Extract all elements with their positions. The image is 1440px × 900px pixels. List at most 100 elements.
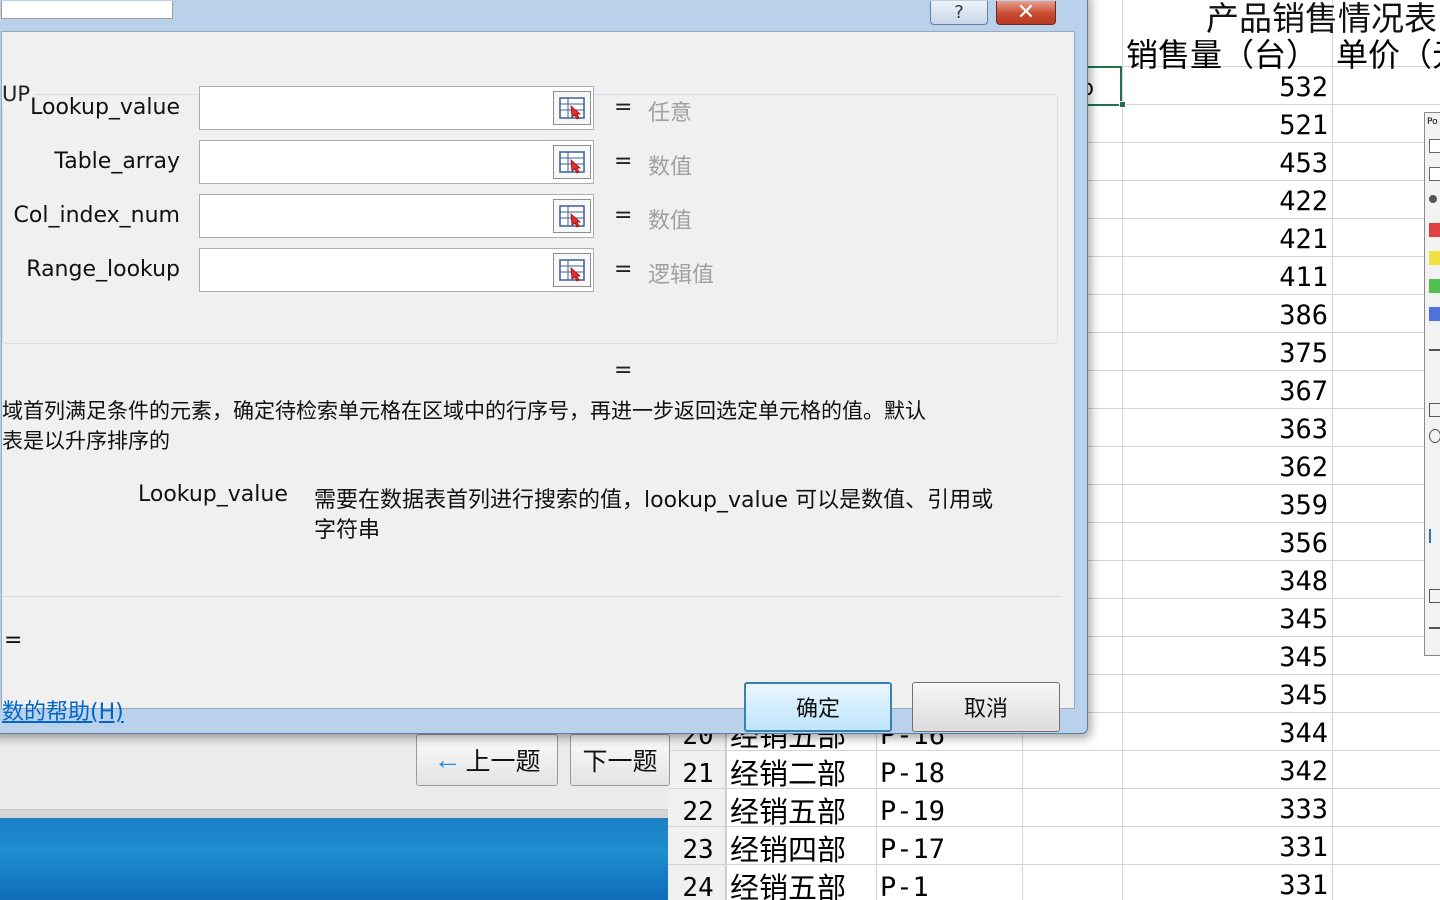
fill-handle[interactable] — [1119, 101, 1126, 108]
grid-line — [1332, 0, 1333, 900]
arg-input-box-range-lookup — [199, 248, 594, 292]
help-icon: ? — [954, 2, 964, 23]
arg-type-hint: 数值 — [648, 155, 693, 180]
qty-cell[interactable]: 411 — [1168, 260, 1328, 296]
grid-line — [1122, 0, 1123, 900]
qty-cell[interactable]: 348 — [1168, 564, 1328, 600]
toolbar-green-icon[interactable] — [1429, 279, 1440, 293]
cancel-button[interactable]: 取消 — [912, 682, 1060, 732]
qty-cell[interactable]: 521 — [1168, 108, 1328, 144]
qty-cell[interactable]: 421 — [1168, 222, 1328, 258]
qty-cell[interactable]: 333 — [1168, 792, 1328, 828]
qty-cell[interactable]: 362 — [1168, 450, 1328, 486]
qty-cell[interactable]: 345 — [1168, 602, 1328, 638]
collapse-dialog-icon[interactable] — [553, 145, 591, 179]
qty-cell[interactable]: 356 — [1168, 526, 1328, 562]
toolbar-dot-icon[interactable] — [1429, 195, 1437, 203]
qty-cell[interactable]: 344 — [1168, 716, 1328, 752]
calculation-result: = — [4, 628, 23, 653]
separator — [2, 596, 1062, 597]
toolbar-yellow-icon[interactable] — [1429, 251, 1440, 265]
formula-result-equals: = — [614, 358, 633, 383]
arg-input-box-lookup-value — [199, 86, 594, 130]
qty-cell[interactable]: 386 — [1168, 298, 1328, 334]
arg-equals: = — [614, 203, 633, 228]
toolbar-square-icon[interactable] — [1429, 139, 1440, 153]
qty-cell[interactable]: 359 — [1168, 488, 1328, 524]
qty-cell[interactable]: 331 — [1168, 830, 1328, 866]
arg-type-hint: 逻辑值 — [648, 263, 715, 288]
argument-description-line1: 需要在数据表首列进行搜索的值，lookup_value 可以是数值、引用或 — [314, 488, 994, 513]
close-icon: ✕ — [1016, 0, 1036, 25]
function-arguments-dialog: ? ✕ UP Lookup_value = 任意 Table_array = 数值 Col_… — [0, 0, 1088, 734]
toolbar-frame-icon[interactable] — [1429, 589, 1440, 603]
qty-cell[interactable]: 345 — [1168, 640, 1328, 676]
dept-cell[interactable]: 经销四部 — [730, 832, 846, 868]
dept-cell[interactable]: 经销五部 — [730, 870, 846, 900]
arg-label-range-lookup: Range_lookup — [26, 257, 180, 282]
product-cell[interactable]: P-18 — [880, 756, 945, 792]
floating-toolbar[interactable]: Po — [1424, 112, 1440, 656]
dialog-body: UP Lookup_value = 任意 Table_array = 数值 Col_inde… — [1, 31, 1075, 732]
product-cell[interactable]: P-19 — [880, 794, 945, 830]
toolbar-arrow-icon[interactable] — [1429, 529, 1440, 543]
argument-description-line2: 字符串 — [314, 518, 381, 543]
function-help-link[interactable]: 数的帮助(H) — [2, 694, 124, 726]
collapse-dialog-icon[interactable] — [553, 253, 591, 287]
toolbar-pen-icon[interactable] — [1429, 615, 1440, 629]
collapse-dialog-icon[interactable] — [553, 91, 591, 125]
row-number: 23 — [682, 835, 714, 865]
help-button[interactable]: ? — [930, 1, 988, 25]
qty-cell[interactable]: 375 — [1168, 336, 1328, 372]
arg-input-lookup-value[interactable] — [206, 90, 546, 126]
qty-cell[interactable]: 367 — [1168, 374, 1328, 410]
qty-cell[interactable]: 342 — [1168, 754, 1328, 790]
arg-equals: = — [614, 95, 633, 120]
dept-cell[interactable]: 经销二部 — [730, 756, 846, 792]
ok-button[interactable]: 确定 — [744, 682, 892, 732]
desktop-strip — [0, 810, 668, 818]
desktop-background — [0, 818, 668, 900]
toolbar-title: Po — [1427, 117, 1438, 127]
dept-cell[interactable]: 经销五部 — [730, 794, 846, 830]
row-number: 24 — [682, 873, 714, 900]
product-cell[interactable]: P-17 — [880, 832, 945, 868]
row-number: 22 — [682, 797, 714, 827]
row-number: 21 — [682, 759, 714, 789]
previous-question-label: 上一题 — [465, 748, 541, 776]
qty-cell[interactable]: 345 — [1168, 678, 1328, 714]
arg-label-lookup-value: Lookup_value — [30, 95, 180, 120]
arg-type-hint: 数值 — [648, 209, 693, 234]
left-arrow-icon: ← — [433, 744, 462, 775]
arg-equals: = — [614, 149, 633, 174]
qty-cell[interactable]: 422 — [1168, 184, 1328, 220]
toolbar-blue-icon[interactable] — [1429, 307, 1440, 321]
toolbar-box-icon[interactable] — [1429, 167, 1440, 181]
qty-cell[interactable]: 532 — [1168, 70, 1328, 106]
function-description-line2: 表是以升序排序的 — [2, 429, 170, 453]
toolbar-red-icon[interactable] — [1429, 223, 1440, 237]
task-panel — [0, 730, 668, 810]
qty-cell[interactable]: 453 — [1168, 146, 1328, 182]
arg-label-col-index-num: Col_index_num — [13, 203, 180, 228]
arg-input-box-table-array — [199, 140, 594, 184]
previous-question-button[interactable]: ← 上一题 — [416, 734, 558, 786]
arg-input-range-lookup[interactable] — [206, 252, 546, 288]
collapse-dialog-icon[interactable] — [553, 199, 591, 233]
qty-cell[interactable]: 331 — [1168, 868, 1328, 900]
arg-equals: = — [614, 257, 633, 282]
function-description-line1: 域首列满足条件的元素，确定待检索单元格在区域中的行序号，再进一步返回选定单元格的… — [2, 399, 926, 423]
toolbar-rect-icon[interactable] — [1429, 403, 1440, 417]
title-bar-field — [1, 1, 173, 19]
qty-cell[interactable]: 363 — [1168, 412, 1328, 448]
argument-description-name: Lookup_value — [138, 482, 288, 507]
toolbar-oval-icon[interactable] — [1429, 429, 1440, 443]
toolbar-line-icon[interactable] — [1429, 349, 1440, 363]
arg-input-col-index-num[interactable] — [206, 198, 546, 234]
next-question-button[interactable]: 下一题 — [570, 734, 670, 786]
close-button[interactable]: ✕ — [996, 0, 1056, 25]
arg-input-table-array[interactable] — [206, 144, 546, 180]
arg-input-box-col-index-num — [199, 194, 594, 238]
product-cell[interactable]: P-1 — [880, 870, 929, 900]
header-price[interactable]: 单价（元 — [1336, 30, 1440, 76]
